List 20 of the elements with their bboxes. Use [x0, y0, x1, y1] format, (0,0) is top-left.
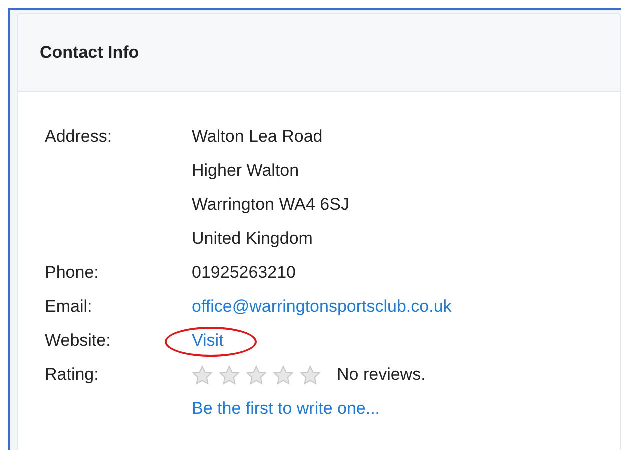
star-icon — [273, 364, 294, 386]
address-line: Warrington WA4 6SJ — [192, 194, 350, 216]
link[interactable]: Visit — [192, 328, 224, 354]
field-label: Address: — [45, 126, 114, 148]
field-value: 01925263210 — [192, 262, 296, 284]
link[interactable]: office@warringtonsportsclub.co.uk — [192, 294, 452, 320]
card-title: Contact Info — [40, 42, 140, 64]
star-icon — [300, 364, 321, 386]
star-icon — [246, 364, 267, 386]
review-link[interactable]: Be the first to write one... — [192, 392, 426, 426]
field-label: Phone: — [45, 262, 100, 284]
field-label: Email: — [45, 296, 94, 318]
address-line: Higher Walton — [192, 160, 300, 182]
field-label: Rating: — [45, 364, 100, 386]
star-icon — [192, 364, 213, 386]
field-label: Website: — [45, 330, 112, 352]
star-icon — [219, 364, 240, 386]
address-line: Walton Lea Road — [192, 126, 324, 148]
address-line: United Kingdom — [192, 228, 314, 250]
rating-note: No reviews. — [337, 364, 426, 386]
